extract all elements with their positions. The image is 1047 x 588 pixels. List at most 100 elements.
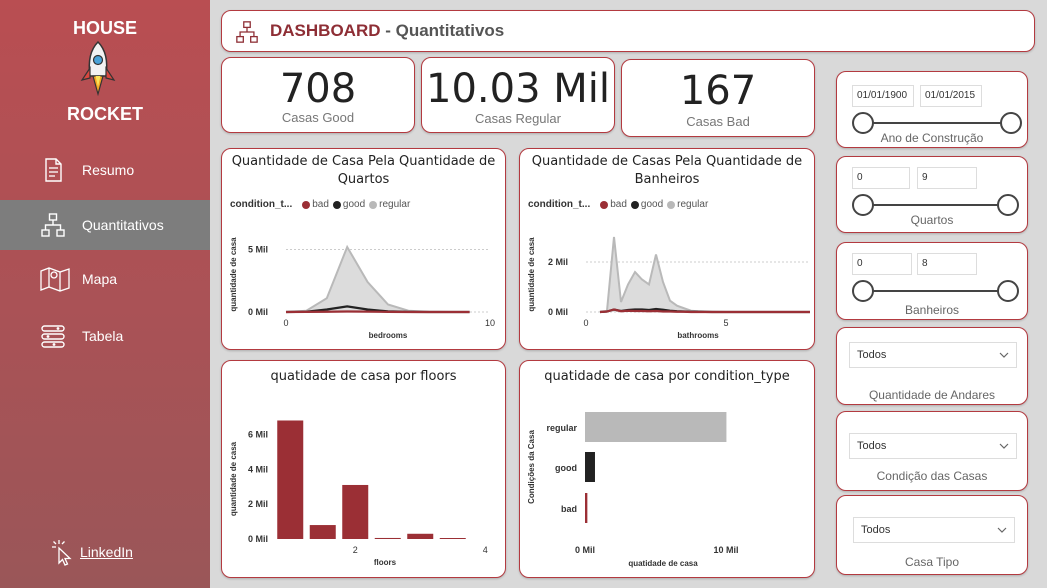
bar-condition-regular [585,412,727,442]
x-tick-label: 10 Mil [713,545,738,555]
document-icon [45,158,62,182]
x-axis-label: floors [374,558,397,567]
slider-track [863,204,1009,206]
x-tick-label: 0 [583,318,588,328]
condition-dropdown[interactable]: Todos [849,433,1017,459]
series-line-bad [285,310,470,314]
sidebar-item-label: Quantitativos [82,217,164,233]
bar-floors-1 [277,420,304,539]
filter-label: Banheiros [904,303,960,317]
pointer-click-icon [52,540,72,566]
filter-label: Quartos [910,213,954,227]
page-title-rest: - Quantitativos [380,21,505,40]
chevron-down-icon [999,352,1009,358]
sidebar-item-mapa[interactable]: Mapa [0,254,210,304]
y-tick-label: bad [561,504,577,514]
filter-label: Ano de Construção [880,131,984,145]
rooms-max-input[interactable]: 9 [917,167,977,189]
x-tick-label: 0 [283,318,288,328]
date-from-input[interactable]: 01/01/1900 [852,85,914,107]
type-dropdown[interactable]: Todos [853,517,1015,543]
y-axis-label: quantidade de casa [527,237,536,312]
filter-ano-construcao: 01/01/1900 01/01/2015 Ano de Construção [836,71,1028,148]
chart-card-bathrooms: Quantidade de Casas Pela Quantidade de B… [519,148,815,350]
slider-track [863,290,1009,292]
map-icon [40,267,70,292]
series-area-regular [600,237,810,312]
y-axis-label: quantidade de casa [229,237,238,312]
y-tick-label: 0 Mil [248,307,268,317]
sidebar-item-label: Tabela [82,328,124,344]
slider-track [863,122,1009,124]
kpi-card-good: 708 Casas Good [221,57,415,133]
chevron-down-icon [999,443,1009,449]
linkedin-label: LinkedIn [80,544,133,560]
baths-max-input[interactable]: 8 [917,253,977,275]
sidebar-item-resumo[interactable]: Resumo [0,145,210,195]
x-axis-label: bedrooms [369,331,408,340]
sidebar-item-quantitativos[interactable]: Quantitativos [0,200,210,250]
sidebar-item-label: Resumo [82,162,135,178]
date-to-input[interactable]: 01/01/2015 [920,85,982,107]
dropdown-value: Todos [857,349,887,361]
sidebar-item-tabela[interactable]: Tabela [0,311,210,361]
baths-min-input[interactable]: 0 [852,253,912,275]
y-tick-label: 2 Mil [248,499,268,509]
kpi-card-bad: 167 Casas Bad [621,59,815,137]
slider-max-handle[interactable] [997,280,1019,302]
x-tick-label: 0 Mil [575,545,595,555]
y-tick-label: regular [546,423,577,433]
linkedin-link[interactable]: LinkedIn [50,538,133,566]
y-tick-label: good [555,463,577,473]
rocket-logo [80,40,116,97]
kpi-value: 10.03 Mil [426,66,610,112]
filter-banheiros: 0 8 Banheiros [836,242,1028,320]
hierarchy-icon [41,213,65,237]
kpi-label: Casas Good [281,110,355,125]
floors-dropdown[interactable]: Todos [849,342,1017,368]
dropdown-value: Todos [857,440,887,452]
y-tick-label: 6 Mil [248,429,268,439]
y-tick-label: 5 Mil [248,245,268,255]
x-axis-label: quatidade de casa [628,559,698,568]
dropdown-value: Todos [861,524,891,536]
x-tick-label: 2 [353,545,358,555]
filter-condicao: Todos Condição das Casas [836,411,1028,491]
y-tick-label: 0 Mil [548,307,568,317]
bar-condition-good [585,452,595,482]
x-tick-label: 10 [485,318,495,328]
table-icon [41,325,65,348]
sidebar-item-label: Mapa [82,271,118,287]
brand-line-2: ROCKET [67,104,143,124]
page-title: DASHBOARD - Quantitativos [270,21,504,41]
slider-min-handle[interactable] [852,280,874,302]
y-tick-label: 0 Mil [248,534,268,544]
chart-card-floors: quatidade de casa por floors 0 Mil 2 Mil 4… [221,360,506,578]
brand-line-1: HOUSE [72,18,137,38]
kpi-value: 708 [279,66,357,112]
chart-card-bedrooms: Quantidade de Casa Pela Quantidade de Qu… [221,148,506,350]
bar-floors-2.5 [374,537,401,539]
rooms-min-input[interactable]: 0 [852,167,910,189]
filter-andares: Todos Quantidade de Andares [836,327,1028,405]
filter-quartos: 0 9 Quartos [836,156,1028,233]
x-tick-label: 4 [483,545,488,555]
filter-label: Quantidade de Andares [868,388,996,402]
bar-condition-bad [585,493,588,523]
kpi-value: 167 [679,68,757,114]
bar-floors-3 [407,533,434,539]
sidebar: HOUSE ROCKET Resumo Quantitativos Mapa T… [0,0,210,588]
page-title-strong: DASHBOARD [270,21,381,40]
y-axis-label: Condições da Casa [527,430,536,504]
filter-label: Casa Tipo [904,555,960,569]
filter-label: Condição das Casas [876,469,988,483]
y-tick-label: 2 Mil [548,257,568,267]
chevron-down-icon [997,527,1007,533]
x-axis-label: bathrooms [677,331,719,340]
area-chart-bathrooms: 0 Mil 2 Mil 0 5 bathrooms quantidade de casa [527,237,810,340]
bar-chart-floors: 0 Mil 2 Mil 4 Mil 6 Mil 2 4 floors quantidade d… [229,420,488,567]
bar-floors-3.5 [439,538,466,539]
bar-floors-1.5 [309,525,336,539]
hierarchy-icon [236,21,258,43]
bar-chart-condition: regular good bad 0 Mil 10 Mil quatidade de ca… [527,412,739,568]
